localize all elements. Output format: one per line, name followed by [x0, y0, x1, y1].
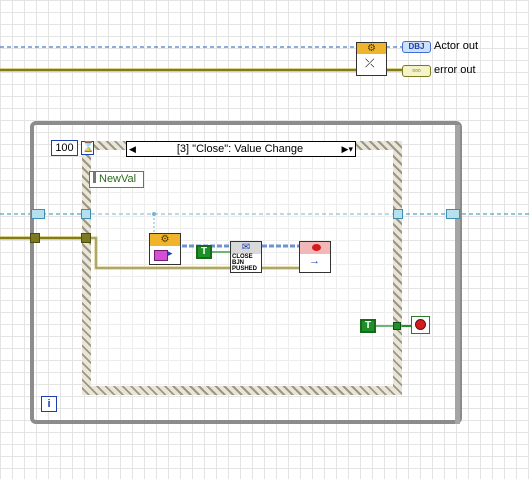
loop-stop-terminal[interactable]	[411, 316, 430, 334]
event-data-handle-icon	[93, 172, 96, 183]
send-message-subvi[interactable]: ⚙ ▸	[149, 233, 181, 265]
iteration-terminal[interactable]: i	[41, 396, 57, 412]
actor-out-label: Actor out	[434, 40, 479, 52]
event-case-selector[interactable]: ◀ [3] "Close": Value Change ▶▾	[126, 141, 356, 157]
close-button-text: CLOSE BJN PUSHED	[232, 254, 258, 272]
read-self-subvi[interactable]: ⚙ ⤫	[356, 42, 387, 76]
shift-register-left[interactable]	[31, 209, 45, 219]
event-case-label: [3] "Close": Value Change	[176, 143, 304, 155]
event-tunnel-actor-right[interactable]	[393, 209, 403, 219]
stop-record-icon	[312, 244, 321, 251]
event-tunnel-boolean[interactable]	[393, 322, 401, 330]
crossed-arrows-icon: ⤫	[365, 56, 375, 70]
error-out-label: error out	[434, 64, 476, 76]
actor-out-indicator[interactable]: DBJ	[402, 41, 431, 53]
arrow-right-icon: →	[309, 255, 320, 267]
stop-sign-icon	[415, 319, 426, 330]
close-button-message-subvi[interactable]: ✉ CLOSE BJN PUSHED	[230, 241, 262, 273]
hourglass-icon[interactable]: ⌛	[81, 141, 94, 155]
loop-tunnel-error[interactable]	[30, 233, 40, 243]
enqueuer-icon	[154, 250, 168, 261]
newval-label: NewVal	[99, 173, 137, 185]
true-constant-stop[interactable]: T	[360, 319, 376, 333]
envelope-icon: ✉	[241, 242, 251, 253]
event-tunnel-error[interactable]	[81, 233, 91, 243]
error-out-indicator[interactable]: ▫▫▫	[402, 65, 431, 77]
shift-register-right[interactable]	[446, 209, 460, 219]
true-constant[interactable]: T	[196, 245, 212, 259]
arrow-icon: ▸	[168, 248, 173, 258]
gear-send-message-icon: ⚙	[160, 234, 170, 245]
triangle-left-icon[interactable]: ◀	[129, 142, 136, 156]
event-tunnel-actor-left[interactable]	[81, 209, 91, 219]
while-loop-shadow	[455, 125, 460, 424]
triangle-right-dropdown-icon[interactable]: ▶▾	[342, 142, 353, 156]
gear-read-self-icon: ⚙	[367, 43, 376, 54]
newval-event-data-node[interactable]: NewVal	[89, 171, 144, 188]
timeout-constant[interactable]: 100	[51, 140, 78, 156]
stop-actor-message-subvi[interactable]: →	[299, 241, 331, 273]
